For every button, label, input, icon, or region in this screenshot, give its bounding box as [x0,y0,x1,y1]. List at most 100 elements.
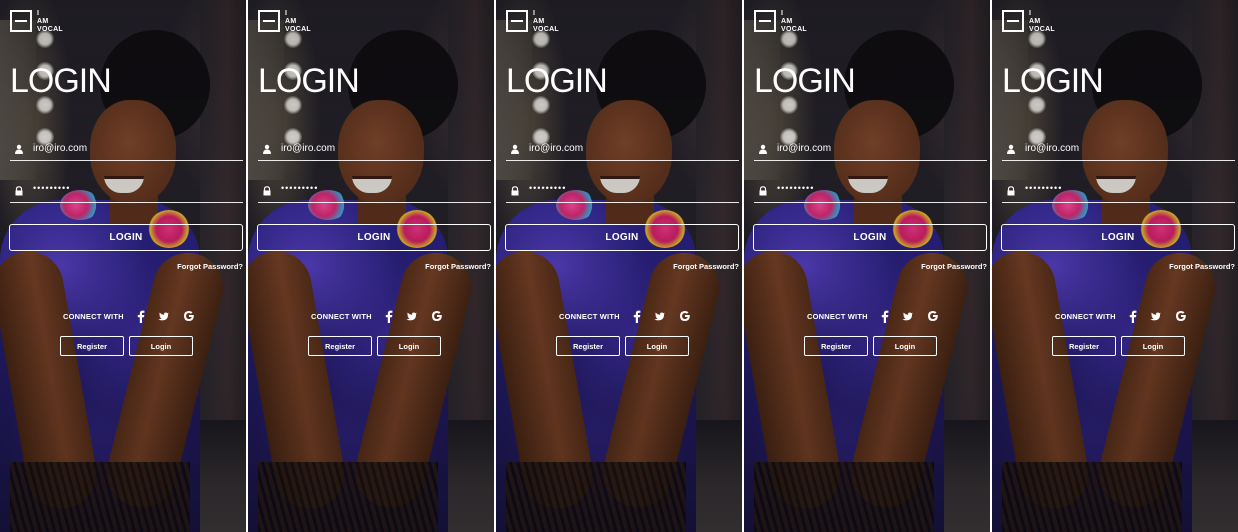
twitter-icon[interactable] [654,309,668,323]
password-field[interactable]: ••••••••• [506,182,739,203]
login-screen: I AM VOCAL LOGIN iro@iro.com ••••••••• L… [744,0,990,532]
logo-text: I AM VOCAL [533,10,559,33]
logo-text: I AM VOCAL [285,10,311,33]
menu-icon[interactable] [506,10,528,32]
user-icon [511,144,519,154]
login-small-button[interactable]: Login [625,336,689,356]
email-field[interactable]: iro@iro.com [10,140,243,161]
login-button[interactable]: LOGIN [753,224,987,251]
google-icon[interactable] [182,309,196,323]
app-logo[interactable]: I AM VOCAL [754,10,807,34]
google-icon[interactable] [678,309,692,323]
register-button[interactable]: Register [308,336,372,356]
user-icon [263,144,271,154]
page-title: LOGIN [506,62,608,100]
password-value: ••••••••• [281,183,319,193]
facebook-icon[interactable] [630,309,644,323]
password-value: ••••••••• [777,183,815,193]
register-button[interactable]: Register [556,336,620,356]
lock-icon [511,186,519,196]
email-value: iro@iro.com [777,143,832,154]
login-button[interactable]: LOGIN [1001,224,1235,251]
user-icon [759,144,767,154]
lock-icon [263,186,271,196]
connect-with-row: CONNECT WITH [311,309,444,323]
connect-with-label: CONNECT WITH [559,311,620,321]
connect-with-row: CONNECT WITH [63,309,196,323]
menu-icon[interactable] [258,10,280,32]
email-field[interactable]: iro@iro.com [1002,140,1235,161]
app-logo[interactable]: I AM VOCAL [10,10,63,34]
connect-with-label: CONNECT WITH [807,311,868,321]
password-value: ••••••••• [1025,183,1063,193]
email-field[interactable]: iro@iro.com [754,140,987,161]
logo-text: I AM VOCAL [1029,10,1055,33]
email-value: iro@iro.com [529,143,584,154]
page-title: LOGIN [10,62,112,100]
register-button[interactable]: Register [60,336,124,356]
facebook-icon[interactable] [1126,309,1140,323]
twitter-icon[interactable] [1150,309,1164,323]
login-small-button[interactable]: Login [377,336,441,356]
facebook-icon[interactable] [878,309,892,323]
page-title: LOGIN [258,62,360,100]
password-field[interactable]: ••••••••• [258,182,491,203]
twitter-icon[interactable] [158,309,172,323]
register-button[interactable]: Register [804,336,868,356]
google-icon[interactable] [926,309,940,323]
google-icon[interactable] [1174,309,1188,323]
connect-with-label: CONNECT WITH [311,311,372,321]
email-field[interactable]: iro@iro.com [506,140,739,161]
login-screen: I AM VOCAL LOGIN iro@iro.com ••••••••• L… [0,0,246,532]
logo-text: I AM VOCAL [781,10,807,33]
google-icon[interactable] [430,309,444,323]
forgot-password-link[interactable]: Forgot Password? [1169,262,1235,271]
password-value: ••••••••• [33,183,71,193]
twitter-icon[interactable] [406,309,420,323]
connect-with-row: CONNECT WITH [559,309,692,323]
forgot-password-link[interactable]: Forgot Password? [673,262,739,271]
login-button[interactable]: LOGIN [257,224,491,251]
logo-text: I AM VOCAL [37,10,63,33]
facebook-icon[interactable] [382,309,396,323]
page-title: LOGIN [754,62,856,100]
login-screen: I AM VOCAL LOGIN iro@iro.com ••••••••• L… [992,0,1238,532]
email-field[interactable]: iro@iro.com [258,140,491,161]
forgot-password-link[interactable]: Forgot Password? [921,262,987,271]
connect-with-label: CONNECT WITH [1055,311,1116,321]
password-field[interactable]: ••••••••• [10,182,243,203]
forgot-password-link[interactable]: Forgot Password? [425,262,491,271]
password-field[interactable]: ••••••••• [754,182,987,203]
login-button[interactable]: LOGIN [9,224,243,251]
lock-icon [759,186,767,196]
app-logo[interactable]: I AM VOCAL [1002,10,1055,34]
email-value: iro@iro.com [1025,143,1080,154]
connect-with-row: CONNECT WITH [807,309,940,323]
login-screen: I AM VOCAL LOGIN iro@iro.com ••••••••• L… [248,0,494,532]
user-icon [1007,144,1015,154]
login-small-button[interactable]: Login [129,336,193,356]
email-value: iro@iro.com [33,143,88,154]
connect-with-label: CONNECT WITH [63,311,124,321]
menu-icon[interactable] [10,10,32,32]
connect-with-row: CONNECT WITH [1055,309,1188,323]
forgot-password-link[interactable]: Forgot Password? [177,262,243,271]
twitter-icon[interactable] [902,309,916,323]
login-screen: I AM VOCAL LOGIN iro@iro.com ••••••••• L… [496,0,742,532]
lock-icon [15,186,23,196]
email-value: iro@iro.com [281,143,336,154]
menu-icon[interactable] [1002,10,1024,32]
password-value: ••••••••• [529,183,567,193]
password-field[interactable]: ••••••••• [1002,182,1235,203]
login-small-button[interactable]: Login [1121,336,1185,356]
login-button[interactable]: LOGIN [505,224,739,251]
facebook-icon[interactable] [134,309,148,323]
login-small-button[interactable]: Login [873,336,937,356]
register-button[interactable]: Register [1052,336,1116,356]
lock-icon [1007,186,1015,196]
app-logo[interactable]: I AM VOCAL [506,10,559,34]
user-icon [15,144,23,154]
app-logo[interactable]: I AM VOCAL [258,10,311,34]
screen-strip: I AM VOCAL LOGIN iro@iro.com ••••••••• L… [0,0,1238,532]
menu-icon[interactable] [754,10,776,32]
